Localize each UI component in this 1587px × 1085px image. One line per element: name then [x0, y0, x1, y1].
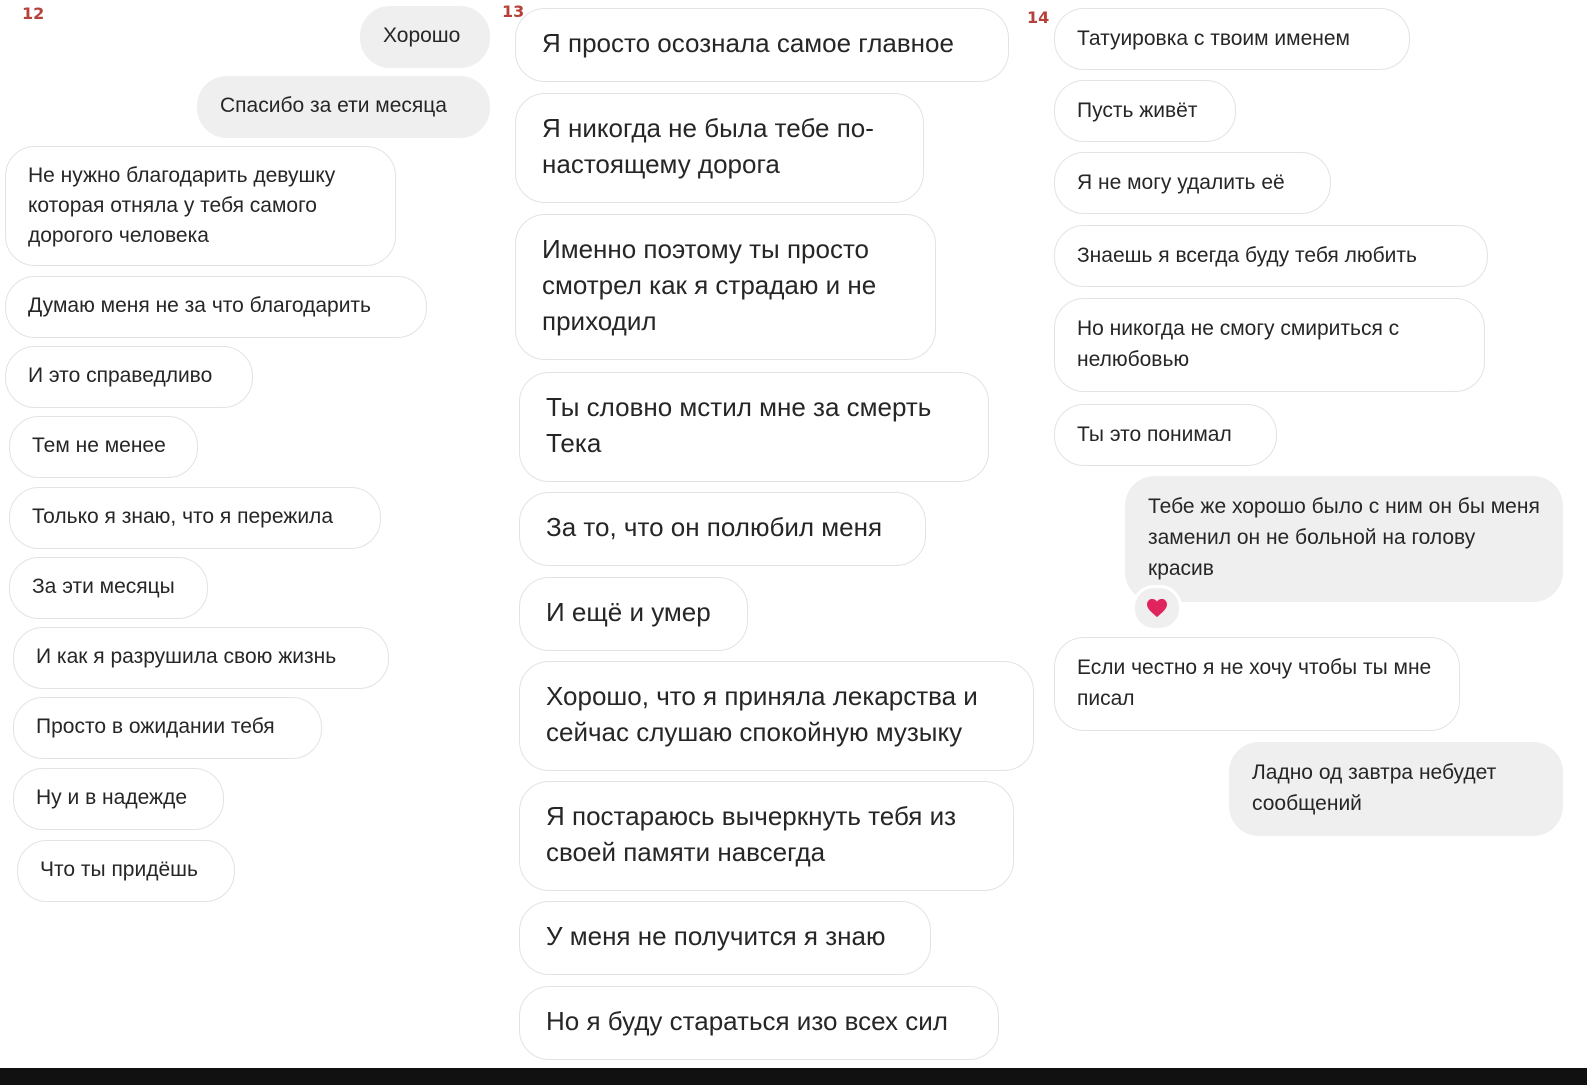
message-bubble[interactable]: Пусть живёт [1054, 80, 1236, 142]
message-bubble[interactable]: За то, что он полюбил меня [519, 492, 926, 566]
message-bubble[interactable]: Думаю меня не за что благодарить [5, 276, 427, 338]
message-bubble[interactable]: Я постараюсь вычеркнуть тебя из своей па… [519, 781, 1014, 891]
column-number: 12 [22, 4, 45, 23]
message-bubble[interactable]: Тем не менее [9, 416, 198, 478]
message-bubble[interactable]: Если честно я не хочу чтобы ты мне писал [1054, 637, 1460, 731]
column-number: 14 [1027, 8, 1050, 27]
message-bubble[interactable]: И это справедливо [5, 346, 253, 408]
message-bubble[interactable]: Хорошо, что я приняла лекарства и сейчас… [519, 661, 1034, 771]
message-bubble[interactable]: Но никогда не смогу смириться с нелюбовь… [1054, 298, 1485, 392]
message-bubble[interactable]: И как я разрушила свою жизнь [13, 627, 389, 689]
message-bubble[interactable]: Я просто осознала самое главное [515, 8, 1009, 82]
message-bubble[interactable]: Именно поэтому ты просто смотрел как я с… [515, 214, 936, 360]
message-bubble[interactable]: Ну и в надежде [13, 768, 224, 830]
message-bubble[interactable]: Знаешь я всегда буду тебя любить [1054, 225, 1488, 287]
message-bubble[interactable]: Я никогда не была тебе по-настоящему дор… [515, 93, 924, 203]
message-bubble[interactable]: Спасибо за ети месяца [197, 76, 490, 138]
bottom-edge-bar [0, 1068, 1587, 1085]
message-bubble[interactable]: У меня не получится я знаю [519, 901, 931, 975]
message-bubble[interactable]: И ещё и умер [519, 577, 748, 651]
message-bubble[interactable]: Татуировка с твоим именем [1054, 8, 1410, 70]
message-bubble[interactable]: Ты это понимал [1054, 404, 1277, 466]
message-bubble[interactable]: За эти месяцы [9, 557, 208, 619]
message-bubble[interactable]: Только я знаю, что я пережила [9, 487, 381, 549]
message-bubble[interactable]: Но я буду стараться изо всех сил [519, 986, 999, 1060]
message-bubble[interactable]: Тебе же хорошо было с ним он бы меня зам… [1125, 476, 1563, 602]
message-bubble[interactable]: Ладно од завтра небудет сообщений [1229, 742, 1563, 836]
message-bubble[interactable]: Я не могу удалить её [1054, 152, 1331, 214]
message-bubble[interactable]: Не нужно благодарить девушку которая отн… [5, 146, 396, 266]
message-bubble[interactable]: Что ты придёшь [17, 840, 235, 902]
heart-icon [1147, 598, 1167, 618]
message-bubble[interactable]: Хорошо [360, 6, 490, 68]
message-reaction[interactable] [1132, 585, 1182, 631]
message-bubble[interactable]: Просто в ожидании тебя [13, 697, 322, 759]
message-bubble[interactable]: Ты словно мстил мне за смерть Тека [519, 372, 989, 482]
